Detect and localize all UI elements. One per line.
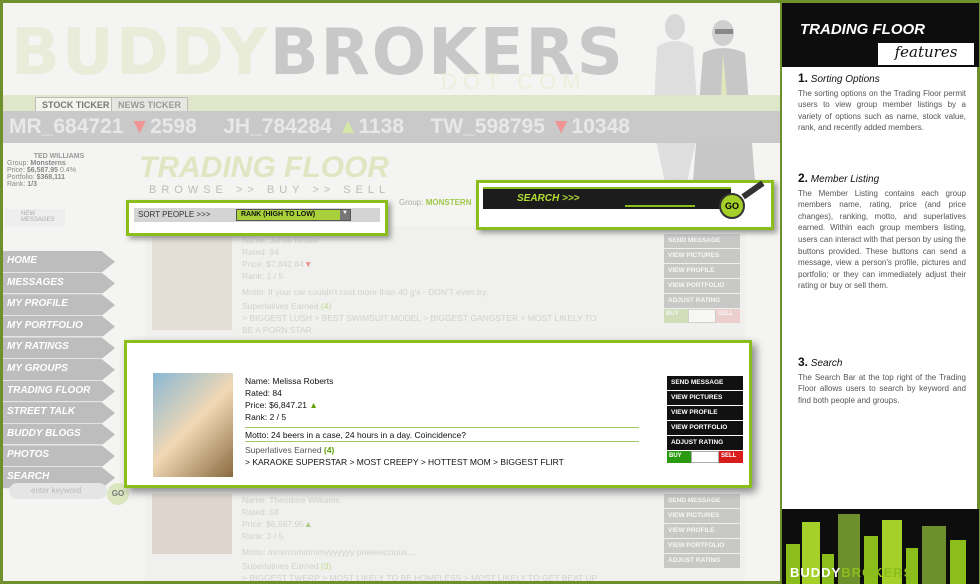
- user-price: Price: $6,587.95 0.4%: [7, 167, 76, 174]
- adjust-rating-button[interactable]: ADJUST RATING: [664, 554, 740, 568]
- nav-home[interactable]: HOME: [3, 251, 115, 273]
- member-photo[interactable]: [152, 234, 232, 330]
- magnifier-handle-icon: [741, 180, 765, 200]
- ticker-item[interactable]: MR_684721 ▼2598: [9, 111, 197, 143]
- sort-panel: SORT PEOPLE >>> RANK (HIGH TO LOW) ▼: [126, 200, 388, 236]
- quantity-input[interactable]: [688, 309, 716, 323]
- view-portfolio-button[interactable]: VIEW PORTFOLIO: [667, 421, 743, 435]
- nav-street-talk[interactable]: STREET TALK: [3, 402, 115, 424]
- send-message-button[interactable]: SEND MESSAGE: [667, 376, 743, 390]
- search-label: SEARCH >>>: [517, 193, 580, 204]
- send-message-button[interactable]: SEND MESSAGE: [664, 494, 740, 508]
- member-photo[interactable]: [153, 373, 233, 477]
- view-pictures-button[interactable]: VIEW PICTURES: [667, 391, 743, 405]
- buy-button[interactable]: BUY: [664, 309, 688, 323]
- view-profile-button[interactable]: VIEW PROFILE: [667, 406, 743, 420]
- buy-sell-control: BUY SELL: [664, 309, 740, 323]
- featured-member-card: Name: Melissa Roberts Rated: 84 Price: $…: [124, 340, 752, 488]
- member-motto: Motto: 24 beers in a case, 24 hours in a…: [245, 427, 639, 440]
- feature-search: 3. Search The Search Bar at the top righ…: [798, 355, 966, 405]
- sidebar-footer-skyline: BUDDYBROKERS: [782, 509, 979, 584]
- sort-label: SORT PEOPLE >>>: [138, 210, 211, 219]
- sell-button[interactable]: SELL: [716, 309, 740, 323]
- send-message-button[interactable]: SEND MESSAGE: [664, 234, 740, 248]
- user-group: Group: Monsterns: [7, 160, 66, 167]
- search-input[interactable]: [625, 205, 695, 207]
- sort-bar: SORT PEOPLE >>> RANK (HIGH TO LOW) ▼: [134, 208, 380, 222]
- action-buttons: SEND MESSAGE VIEW PICTURES VIEW PROFILE …: [664, 494, 740, 569]
- main-nav: HOME MESSAGES MY PROFILE MY PORTFOLIO MY…: [3, 251, 115, 489]
- action-buttons: SEND MESSAGE VIEW PICTURES VIEW PROFILE …: [664, 234, 740, 324]
- user-summary: TED WILLIAMS Group: Monsterns Price: $6,…: [3, 151, 115, 201]
- member-info: Name: Theodore Williams Rated: 58 Price:…: [242, 495, 598, 584]
- stock-ticker: MR_684721 ▼2598 JH_784284 ▲1138 TW_59879…: [3, 111, 780, 143]
- side-search-input[interactable]: enter keyword: [9, 483, 107, 499]
- features-sidebar: TRADING FLOOR features 1. Sorting Option…: [780, 0, 980, 584]
- sell-button[interactable]: SELL: [719, 451, 743, 463]
- action-buttons: SEND MESSAGE VIEW PICTURES VIEW PROFILE …: [667, 376, 743, 463]
- chevron-down-icon[interactable]: ▼: [340, 210, 350, 220]
- buy-sell-control: BUY SELL: [667, 451, 743, 463]
- ticker-tabs: STOCK TICKER NEWS TICKER: [3, 95, 780, 113]
- nav-my-profile[interactable]: MY PROFILE: [3, 294, 115, 316]
- view-pictures-button[interactable]: VIEW PICTURES: [664, 249, 740, 263]
- page-subtitle: BROWSE >> BUY >> SELL: [149, 184, 391, 196]
- ticker-item[interactable]: TW_598795 ▼10348: [431, 111, 630, 143]
- adjust-rating-button[interactable]: ADJUST RATING: [667, 436, 743, 450]
- buy-button[interactable]: BUY: [667, 451, 691, 463]
- adjust-rating-button[interactable]: ADJUST RATING: [664, 294, 740, 308]
- view-portfolio-button[interactable]: VIEW PORTFOLIO: [664, 539, 740, 553]
- view-profile-button[interactable]: VIEW PROFILE: [664, 264, 740, 278]
- sidebar-subtitle: features: [878, 43, 974, 65]
- page-title: TRADING FLOOR: [139, 151, 389, 184]
- member-card: Name: Jamie Mosler Rated: 94 Price: $7,8…: [146, 232, 744, 335]
- ticker-item[interactable]: JH_784284 ▲1138: [223, 111, 404, 143]
- nav-my-portfolio[interactable]: MY PORTFOLIO: [3, 315, 115, 338]
- nav-my-ratings[interactable]: MY RATINGS: [3, 337, 115, 359]
- new-messages-indicator[interactable]: NEW MESSAGES: [5, 209, 65, 227]
- nav-photos[interactable]: PHOTOS: [3, 445, 115, 467]
- search-go-button[interactable]: GO: [719, 193, 745, 219]
- member-info: Name: Jamie Mosler Rated: 94 Price: $7,8…: [242, 235, 597, 336]
- sidebar-title: TRADING FLOOR: [800, 21, 925, 38]
- view-pictures-button[interactable]: VIEW PICTURES: [664, 509, 740, 523]
- superlatives[interactable]: > BIGGEST LUSH > BEST SWIMSUIT MODEL > B…: [242, 312, 596, 324]
- logo-dotcom: DOT COM: [441, 69, 587, 94]
- superlatives[interactable]: BE A PORN STAR: [242, 324, 596, 336]
- superlatives[interactable]: > KARAOKE SUPERSTAR > MOST CREEPY > HOTT…: [245, 456, 639, 468]
- member-photo[interactable]: [152, 494, 232, 554]
- nav-my-groups[interactable]: MY GROUPS: [3, 358, 115, 381]
- view-portfolio-button[interactable]: VIEW PORTFOLIO: [664, 279, 740, 293]
- user-portfolio: Portfolio: $368,111: [7, 174, 66, 181]
- view-profile-button[interactable]: VIEW PROFILE: [664, 524, 740, 538]
- footer-logo: BUDDYBROKERS: [790, 565, 914, 580]
- sidebar-header: TRADING FLOOR features: [782, 3, 979, 67]
- member-superlatives: Superlatives Earned (4) > KARAOKE SUPERS…: [245, 441, 639, 468]
- feature-sorting: 1. Sorting Options The sorting options o…: [798, 71, 966, 133]
- sort-select[interactable]: RANK (HIGH TO LOW) ▼: [236, 209, 351, 221]
- feature-member-listing: 2. Member Listing The Member Listing con…: [798, 171, 966, 291]
- quantity-input[interactable]: [691, 451, 719, 463]
- nav-buddy-blogs[interactable]: BUDDY BLOGS: [3, 423, 115, 446]
- user-name: TED WILLIAMS: [33, 153, 85, 160]
- superlatives[interactable]: > BIGGEST TWERP > MOST LIKELY TO BE HOME…: [242, 572, 597, 584]
- member-card: Name: Theodore Williams Rated: 58 Price:…: [146, 492, 744, 584]
- user-rank: Rank: 1/3: [7, 181, 37, 188]
- nav-trading-floor[interactable]: TRADING FLOOR: [3, 380, 115, 403]
- price-up-icon: ▲: [309, 400, 318, 410]
- nav-messages[interactable]: MESSAGES: [3, 272, 115, 295]
- group-label: Group: MONSTERN: [399, 198, 472, 207]
- member-info: Name: Melissa Roberts Rated: 84 Price: $…: [245, 376, 334, 422]
- search-panel: SEARCH >>> GO: [476, 180, 774, 230]
